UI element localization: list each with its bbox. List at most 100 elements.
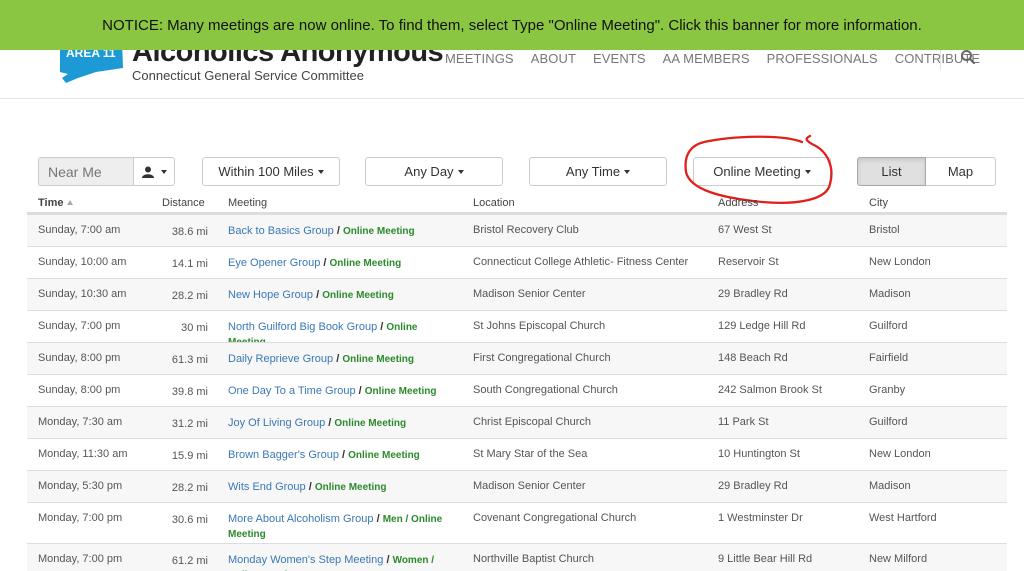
sort-ascending-icon [67,200,74,205]
meeting-link[interactable]: North Guilford Big Book Group [228,321,377,333]
table-row: Sunday, 8:00 pm 61.3 mi Daily Reprieve G… [27,342,1007,374]
cell-meeting: Back to Basics Group / Online Meeting [228,225,415,237]
meeting-link[interactable]: New Hope Group [228,289,313,301]
meeting-types: Online Meeting [314,482,387,493]
meeting-types: Online Meeting [342,354,415,365]
cell-location: St Mary Star of the Sea [473,448,588,460]
meeting-link[interactable]: Joy Of Living Group [228,417,325,429]
nav-meetings[interactable]: MEETINGS [445,51,514,66]
column-header-address[interactable]: Address [718,197,758,209]
type-label: Online Meeting [713,164,801,179]
cell-distance: 14.1 mi [171,258,208,270]
cell-city: Fairfield [869,352,909,364]
cell-city: New Milford [869,553,928,565]
location-mode-button[interactable] [133,157,175,186]
cell-meeting: Monday Women's Step Meeting / Women / On… [228,553,458,571]
type-dropdown[interactable]: Online Meeting [693,157,831,186]
cell-address: 148 Beach Rd [718,352,788,364]
meeting-link[interactable]: More About Alcoholism Group [228,513,374,525]
cell-city: Guilford [869,320,908,332]
cell-meeting: Daily Reprieve Group / Online Meeting [228,353,415,365]
column-header-time[interactable]: Time [38,197,74,209]
cell-city: New London [869,256,931,268]
cell-location: Christ Episcopal Church [473,416,591,428]
cell-meeting: Wits End Group / Online Meeting [228,481,387,493]
meeting-types: Online Meeting [348,450,420,461]
table-row: Monday, 7:00 pm 61.2 mi Monday Women's S… [27,543,1007,571]
cell-meeting: One Day To a Time Group / Online Meeting [228,385,437,397]
meeting-link[interactable]: Wits End Group [228,481,306,493]
cell-location: Covenant Congregational Church [473,512,637,524]
cell-location: Bristol Recovery Club [473,224,579,236]
chevron-down-icon [317,169,324,174]
cell-location: South Congregational Church [473,384,618,396]
cell-distance: 30 mi [181,322,208,334]
cell-location: Connecticut College Athletic- Fitness Ce… [473,256,689,268]
cell-distance: 28.2 mi [171,482,208,494]
cell-address: 11 Park St [718,416,769,428]
meeting-link[interactable]: One Day To a Time Group [228,385,356,397]
chevron-down-icon [624,169,631,174]
nav-about[interactable]: ABOUT [531,51,576,66]
notice-banner-text: NOTICE: Many meetings are now online. To… [102,16,922,34]
table-row: Sunday, 10:30 am 28.2 mi New Hope Group … [27,278,1007,310]
meeting-types: Online Meeting [329,258,402,269]
cell-address: 9 Little Bear Hill Rd [718,553,813,565]
cell-distance: 28.2 mi [171,290,208,302]
cell-address: 1 Westminster Dr [718,512,803,524]
cell-city: Madison [869,288,911,300]
meeting-link[interactable]: Monday Women's Step Meeting [228,554,383,566]
distance-dropdown[interactable]: Within 100 Miles [202,157,340,186]
cell-meeting: More About Alcoholism Group / Men / Onli… [228,513,443,540]
column-header-location[interactable]: Location [473,197,515,209]
cell-meeting: New Hope Group / Online Meeting [228,289,394,301]
search-icon[interactable] [960,49,976,65]
meeting-types: Online Meeting [342,226,415,237]
column-header-city[interactable]: City [869,197,888,209]
cell-time: Monday, 7:00 pm [38,553,123,565]
table-row: Monday, 5:30 pm 28.2 mi Wits End Group /… [27,470,1007,502]
cell-location: Madison Senior Center [473,288,586,300]
cell-time: Sunday, 10:00 am [38,256,127,268]
near-me-input[interactable] [38,157,133,186]
cell-city: Madison [869,480,911,492]
nav-professionals[interactable]: PROFESSIONALS [767,51,878,66]
day-dropdown[interactable]: Any Day [365,157,503,186]
notice-banner[interactable]: NOTICE: Many meetings are now online. To… [0,0,1024,50]
meeting-link[interactable]: Back to Basics Group [228,225,334,237]
cell-meeting: Joy Of Living Group / Online Meeting [228,417,407,429]
nav-aa-members[interactable]: AA MEMBERS [663,51,750,66]
meeting-link[interactable]: Eye Opener Group [228,257,320,269]
cell-distance: 30.6 mi [171,514,208,526]
cell-distance: 15.9 mi [171,450,208,462]
logo-subtitle: Connecticut General Service Committee [132,68,364,83]
cell-time: Monday, 5:30 pm [38,480,123,492]
map-view-button[interactable]: Map [926,157,996,186]
column-header-meeting[interactable]: Meeting [228,197,267,209]
cell-distance: 61.2 mi [171,555,208,567]
cell-location: Northville Baptist Church [473,553,595,565]
table-row: Monday, 11:30 am 15.9 mi Brown Bagger's … [27,438,1007,470]
cell-meeting: Eye Opener Group / Online Meeting [228,257,402,269]
chevron-down-icon [160,169,167,174]
list-view-button[interactable]: List [857,157,926,186]
meeting-link[interactable]: Brown Bagger's Group [228,449,339,461]
meeting-link[interactable]: Daily Reprieve Group [228,353,333,365]
cell-address: 129 Ledge Hill Rd [718,320,806,332]
cell-distance: 31.2 mi [171,418,208,430]
distance-label: Within 100 Miles [218,164,314,179]
cell-address: 29 Bradley Rd [718,480,788,492]
meeting-filters: Within 100 Miles Any Day Any Time Online… [38,157,996,186]
cell-city: Bristol [869,224,900,236]
cell-meeting: Brown Bagger's Group / Online Meeting [228,449,420,461]
main-nav: MEETINGS ABOUT EVENTS AA MEMBERS PROFESS… [445,51,997,66]
table-row: Monday, 7:00 pm 30.6 mi More About Alcoh… [27,502,1007,543]
table-row: Sunday, 7:00 am 38.6 mi Back to Basics G… [27,214,1007,246]
cell-distance: 61.3 mi [171,354,208,366]
cell-distance: 39.8 mi [171,386,208,398]
nav-events[interactable]: EVENTS [593,51,646,66]
column-header-distance[interactable]: Distance [162,197,205,209]
cell-time: Sunday, 7:00 pm [38,320,121,332]
time-dropdown[interactable]: Any Time [529,157,667,186]
cell-address: 29 Bradley Rd [718,288,788,300]
